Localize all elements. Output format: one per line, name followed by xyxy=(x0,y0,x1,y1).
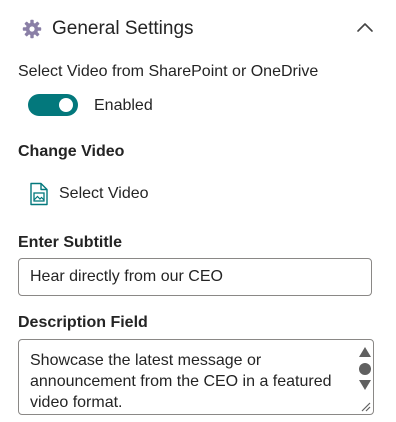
subtitle-label: Enter Subtitle xyxy=(18,234,123,251)
toggle-knob xyxy=(59,98,73,112)
description-text: Showcase the latest message or announcem… xyxy=(30,352,332,411)
video-source-label: Select Video from SharePoint or OneDrive xyxy=(18,63,319,80)
description-label: Description Field xyxy=(18,314,148,331)
scroll-down-icon[interactable] xyxy=(359,380,371,390)
gear-icon xyxy=(22,19,42,39)
toggle-state-label: Enabled xyxy=(94,97,153,114)
select-video-button[interactable]: Select Video xyxy=(28,180,208,208)
select-video-label: Select Video xyxy=(59,185,149,202)
subtitle-input[interactable] xyxy=(18,258,372,296)
scroll-thumb[interactable] xyxy=(359,363,371,375)
resize-grip-icon[interactable] xyxy=(359,400,371,412)
chevron-up-icon[interactable] xyxy=(355,19,375,35)
change-video-label: Change Video xyxy=(18,143,125,160)
scroll-up-icon[interactable] xyxy=(359,347,371,357)
section-title: General Settings xyxy=(52,18,194,39)
general-settings-header[interactable]: General Settings xyxy=(0,0,396,58)
video-source-toggle[interactable] xyxy=(28,94,78,116)
description-textarea[interactable]: Showcase the latest message or announcem… xyxy=(18,339,374,415)
video-file-icon xyxy=(30,182,48,206)
